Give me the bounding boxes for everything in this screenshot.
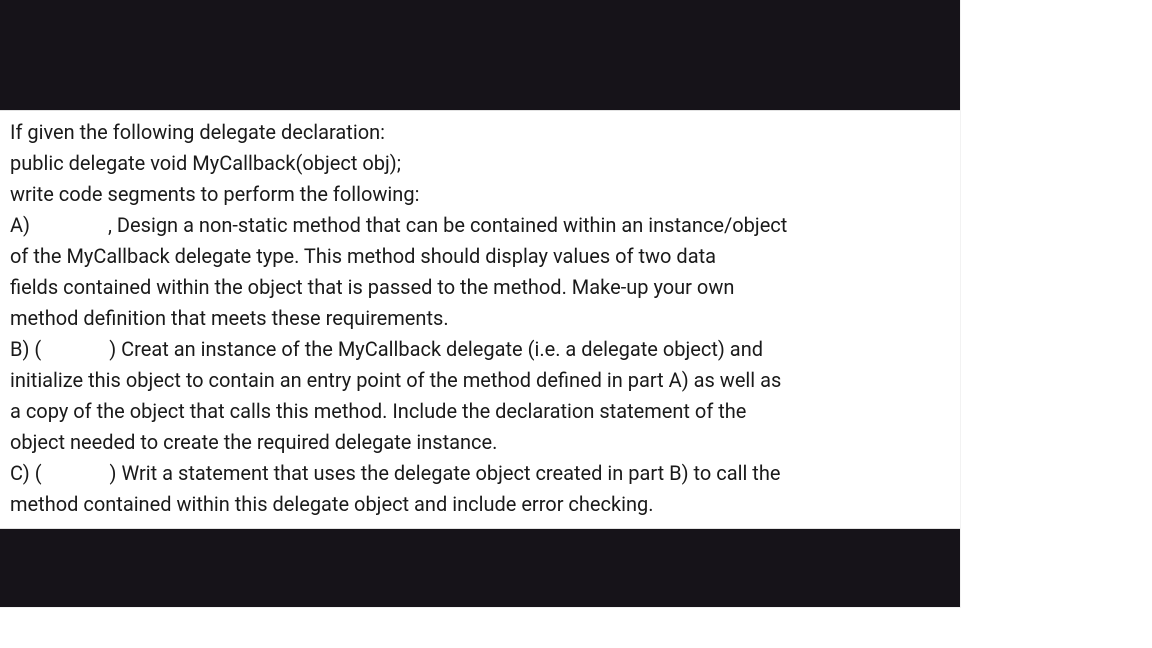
top-black-band: [0, 0, 960, 110]
stage: If given the following delegate declarat…: [0, 0, 1152, 648]
question-content: If given the following delegate declarat…: [0, 110, 960, 529]
part-b-line-4: object needed to create the required del…: [10, 427, 950, 458]
intro-line-1: If given the following delegate declarat…: [10, 117, 950, 148]
part-a-label: A): [10, 213, 30, 237]
part-b-line-1: B) ( ) Creat an instance of the MyCallbac…: [10, 334, 950, 365]
part-b-line-2: initialize this object to contain an ent…: [10, 365, 950, 396]
part-b-line-3: a copy of the object that calls this met…: [10, 396, 950, 427]
intro-line-2: public delegate void MyCallback(object o…: [10, 148, 950, 179]
part-a-text-1: , Design a non-static method that can be…: [108, 213, 787, 237]
intro-line-3: write code segments to perform the follo…: [10, 179, 950, 210]
part-c-line-1: C) ( ) Writ a statement that uses the del…: [10, 458, 950, 489]
part-a-line-2: of the MyCallback delegate type. This me…: [10, 241, 950, 272]
part-c-label: C) (: [10, 461, 42, 485]
bottom-black-band: [0, 529, 960, 607]
part-c-text-1: ) Writ a statement that uses the delegat…: [110, 461, 781, 485]
part-b-label: B) (: [10, 337, 41, 361]
part-a-line-3: fields contained within the object that …: [10, 272, 950, 303]
question-panel: If given the following delegate declarat…: [0, 0, 960, 607]
part-b-text-1: ) Creat an instance of the MyCallback de…: [109, 337, 763, 361]
part-a-line-4: method definition that meets these requi…: [10, 303, 950, 334]
part-c-line-2: method contained within this delegate ob…: [10, 489, 950, 520]
part-a-line-1: A) , Design a non-static method that can …: [10, 210, 950, 241]
